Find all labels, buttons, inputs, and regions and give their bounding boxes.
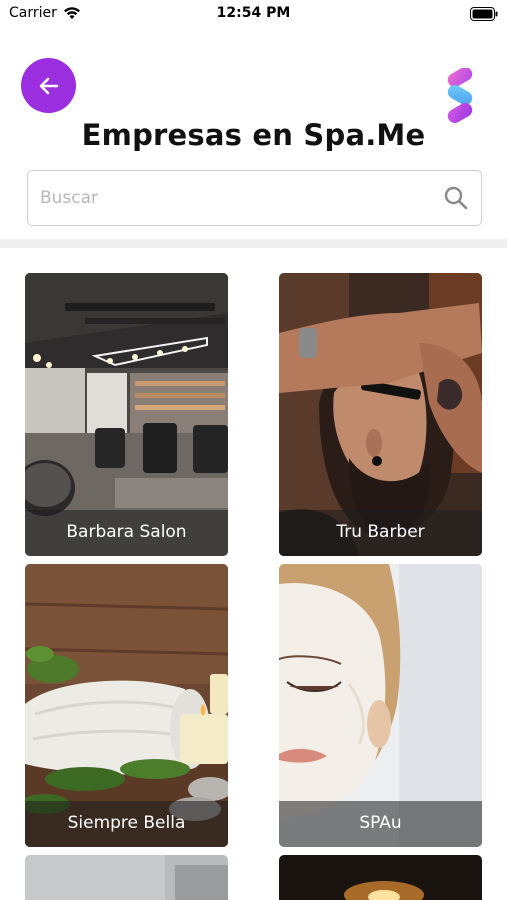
business-name: SPAu xyxy=(279,801,482,847)
business-card[interactable] xyxy=(25,855,228,900)
business-name: Tru Barber xyxy=(279,510,482,556)
business-photo xyxy=(25,855,228,900)
business-card-spau[interactable]: SPAu xyxy=(279,564,482,847)
search-input[interactable] xyxy=(40,188,443,208)
page-title: Empresas en Spa.Me xyxy=(81,118,426,152)
business-name: Siempre Bella xyxy=(25,801,228,847)
search-bar[interactable] xyxy=(27,170,482,226)
business-card-tru-barber[interactable]: Tru Barber xyxy=(279,273,482,556)
status-time: 12:54 PM xyxy=(216,5,291,21)
business-card-siempre-bella[interactable]: Siempre Bella xyxy=(25,564,228,847)
business-photo xyxy=(279,855,482,900)
business-card-barbara-salon[interactable]: Barbara Salon xyxy=(25,273,228,556)
business-name: Barbara Salon xyxy=(25,510,228,556)
search-icon[interactable] xyxy=(443,185,469,211)
business-card[interactable] xyxy=(279,855,482,900)
status-bar: Carrier 12:54 PM xyxy=(0,0,507,28)
arrow-left-icon xyxy=(39,77,58,94)
back-button[interactable] xyxy=(21,58,76,113)
spa-me-logo xyxy=(447,68,473,123)
battery-icon xyxy=(470,7,498,21)
section-divider xyxy=(0,239,507,248)
